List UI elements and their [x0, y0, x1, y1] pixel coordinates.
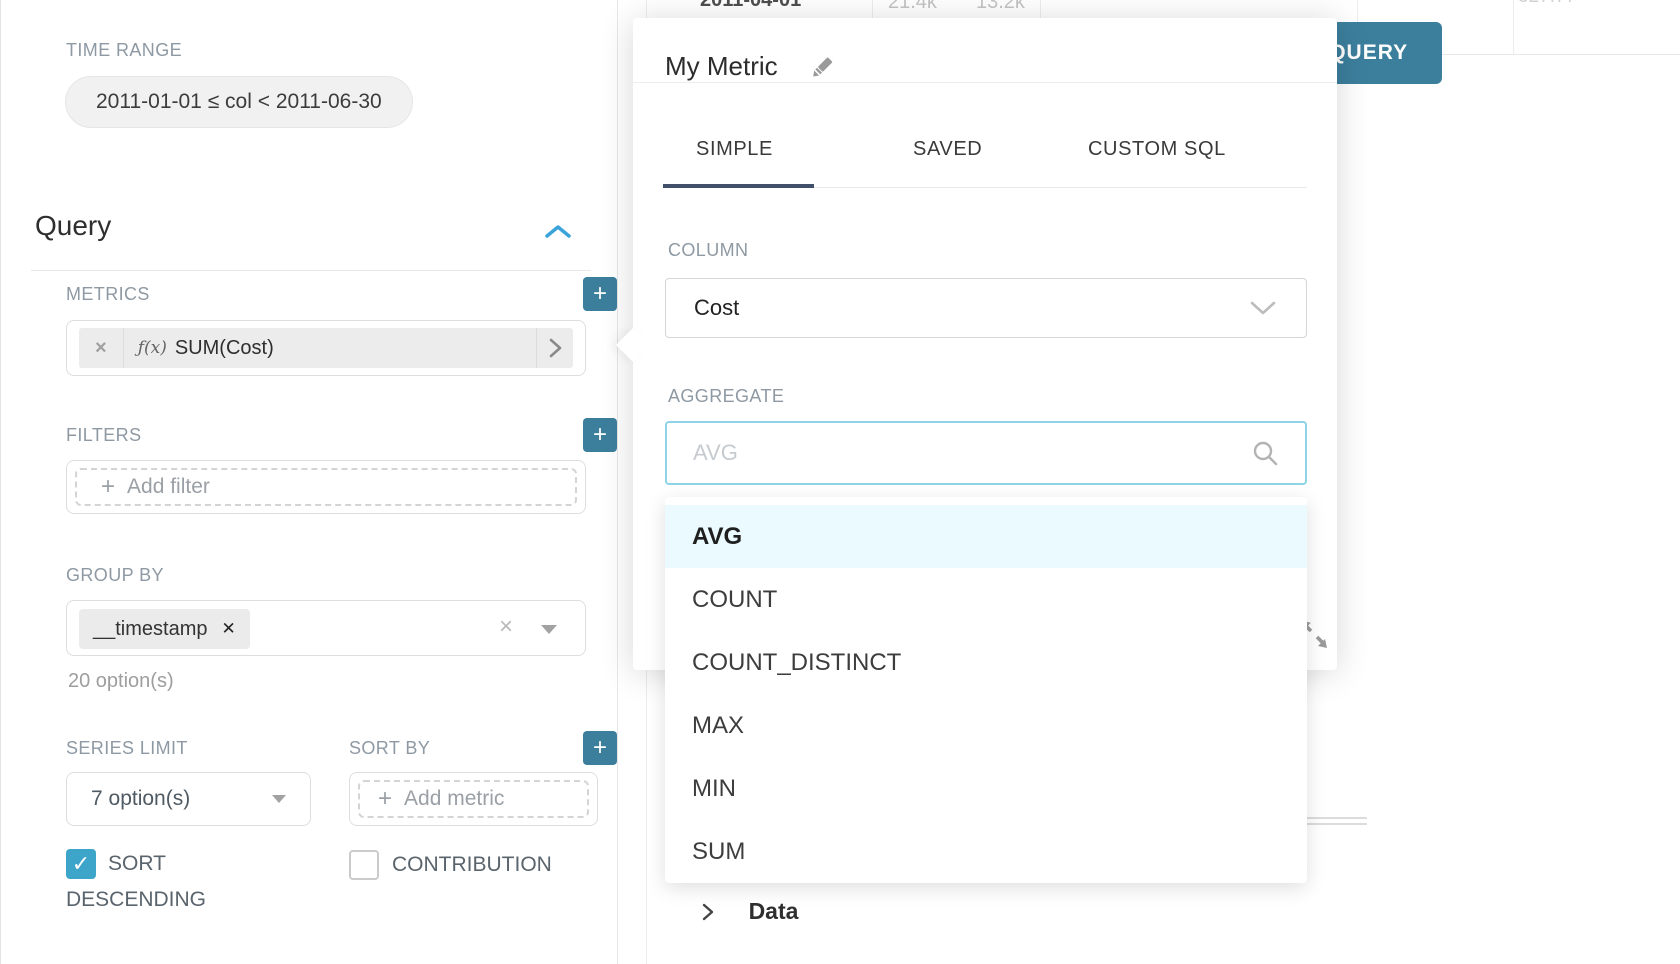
data-panel-header[interactable]: Data [700, 898, 798, 925]
metrics-label: METRICS [66, 284, 150, 305]
table-cell-value-2: 13.2k [976, 0, 1025, 14]
tab-simple[interactable]: SIMPLE [696, 138, 773, 161]
chip-divider [123, 328, 124, 368]
select-caret-icon[interactable] [541, 625, 557, 634]
aggregate-option-sum[interactable]: SUM [665, 820, 1307, 883]
chevron-right-icon [537, 336, 573, 360]
add-filter-label: Add filter [127, 475, 210, 499]
add-metric-plus-button[interactable]: + [583, 277, 617, 311]
contribution-label: CONTRIBUTION [392, 853, 552, 876]
add-sort-metric-plus-button[interactable]: + [583, 731, 617, 765]
search-icon [1251, 439, 1279, 467]
aggregate-option-count-distinct[interactable]: COUNT_DISTINCT [665, 631, 1307, 694]
aggregate-option-count[interactable]: COUNT [665, 568, 1307, 631]
select-clear-icon[interactable]: × [499, 613, 513, 641]
table-col-border-2 [1040, 0, 1041, 18]
time-range-label: TIME RANGE [66, 40, 182, 61]
add-sort-metric-label: Add metric [404, 787, 504, 811]
add-filter-button[interactable]: + Add filter [75, 468, 577, 506]
popover-arrow [616, 328, 650, 362]
popover-divider [633, 82, 1337, 83]
column-label: COLUMN [668, 240, 748, 261]
aggregate-options-dropdown: AVG COUNT COUNT_DISTINCT MAX MIN SUM [665, 497, 1307, 883]
chevron-down-icon [1248, 299, 1278, 317]
metric-title: My Metric [665, 51, 778, 82]
plus-icon: + [101, 473, 115, 501]
query-collapse-chevron-icon[interactable] [544, 222, 572, 242]
aggregate-input-wrapper[interactable] [665, 421, 1307, 485]
query-section-title: Query [35, 210, 111, 242]
column-value: Cost [694, 295, 739, 321]
data-panel-label: Data [749, 898, 799, 924]
sort-descending-checkbox[interactable]: ✓ [66, 849, 96, 879]
function-icon: ƒ(x) [138, 338, 167, 358]
add-filter-plus-button[interactable]: + [583, 418, 617, 452]
metrics-container: × ƒ(x) SUM(Cost) [66, 320, 586, 376]
table-cell-value-1: 21.4k [888, 0, 937, 14]
aggregate-option-max[interactable]: MAX [665, 694, 1307, 757]
sort-by-container: + Add metric [349, 772, 598, 826]
active-tab-indicator [663, 184, 814, 188]
data-expand-chevron-icon[interactable] [700, 900, 722, 922]
aggregate-option-avg[interactable]: AVG [665, 505, 1307, 568]
series-limit-select[interactable]: 7 option(s) [66, 772, 311, 826]
sort-descending-control[interactable]: ✓SORT DESCENDING [66, 846, 236, 918]
metric-chip-caret[interactable] [536, 328, 573, 368]
contribution-checkbox[interactable] [349, 850, 379, 880]
aggregate-label: AGGREGATE [668, 386, 784, 407]
group-by-label: GROUP BY [66, 565, 164, 586]
tab-custom-sql[interactable]: CUSTOM SQL [1088, 138, 1226, 161]
table-cell-value-3: 327.77 [1518, 0, 1576, 8]
aggregate-option-min[interactable]: MIN [665, 757, 1307, 820]
metric-chip-label: SUM(Cost) [175, 337, 274, 360]
metric-chip[interactable]: × ƒ(x) SUM(Cost) [79, 328, 573, 368]
group-by-select[interactable]: __timestamp ✕ × [66, 600, 586, 656]
group-by-chip[interactable]: __timestamp ✕ [79, 609, 250, 649]
aggregate-input[interactable] [693, 440, 1251, 466]
table-col-border-4 [1513, 0, 1514, 54]
table-cell-timestamp: 2011-04-01 [700, 0, 801, 12]
plus-icon: + [378, 785, 392, 813]
tab-saved[interactable]: SAVED [913, 138, 982, 161]
filters-label: FILTERS [66, 425, 141, 446]
explore-control-panel: TIME RANGE 2011-01-01 ≤ col < 2011-06-30… [0, 0, 618, 964]
edit-pencil-icon[interactable] [809, 54, 835, 80]
series-limit-value: 7 option(s) [91, 787, 190, 811]
select-caret-icon [272, 795, 286, 803]
group-by-options-hint: 20 option(s) [68, 670, 174, 693]
add-sort-metric-button[interactable]: + Add metric [358, 780, 589, 818]
column-select[interactable]: Cost [665, 278, 1307, 338]
contribution-control[interactable]: CONTRIBUTION [349, 850, 552, 880]
sort-by-label: SORT BY [349, 738, 430, 759]
group-by-chip-label: __timestamp [93, 618, 208, 641]
series-limit-label: SERIES LIMIT [66, 738, 188, 759]
metric-remove-icon[interactable]: × [79, 337, 123, 360]
filters-container: + Add filter [66, 460, 586, 514]
section-divider [31, 270, 591, 271]
time-range-pill[interactable]: 2011-01-01 ≤ col < 2011-06-30 [65, 76, 413, 128]
table-col-border-1 [872, 0, 873, 18]
chip-remove-icon[interactable]: ✕ [222, 619, 236, 639]
